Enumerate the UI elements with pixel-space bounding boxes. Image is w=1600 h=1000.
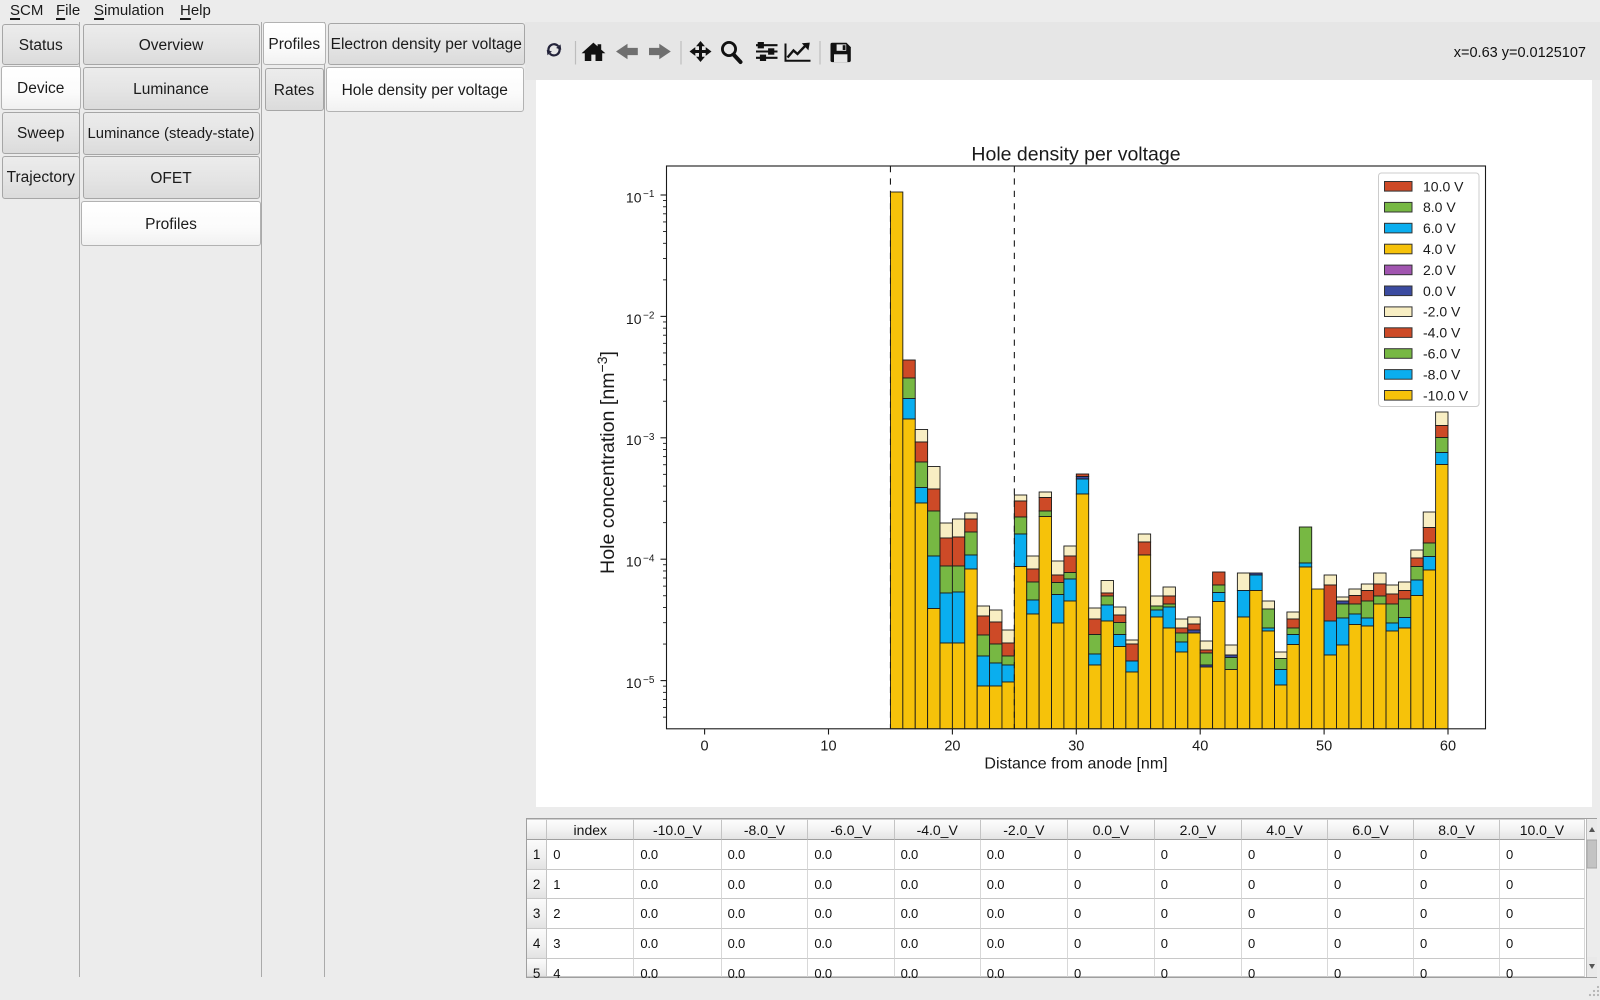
- svg-text:10: 10: [626, 189, 642, 205]
- svg-text:−2: −2: [643, 311, 655, 322]
- svg-text:-2.0 V: -2.0 V: [1423, 304, 1461, 320]
- svg-text:−1: −1: [643, 189, 655, 200]
- svg-text:-4.0 V: -4.0 V: [1423, 325, 1461, 341]
- svg-text:−3: −3: [643, 432, 655, 443]
- svg-text:50: 50: [1316, 738, 1332, 754]
- svg-text:-8.0 V: -8.0 V: [1423, 366, 1461, 382]
- svg-text:2.0 V: 2.0 V: [1423, 262, 1456, 278]
- svg-text:10.0 V: 10.0 V: [1423, 178, 1464, 194]
- svg-text:4.0 V: 4.0 V: [1423, 241, 1456, 257]
- svg-text:6.0 V: 6.0 V: [1423, 220, 1456, 236]
- svg-text:0: 0: [701, 738, 709, 754]
- svg-text:Hole concentration [nm−3]: Hole concentration [nm−3]: [594, 351, 619, 574]
- svg-text:-10.0 V: -10.0 V: [1423, 387, 1469, 403]
- svg-text:−5: −5: [643, 675, 655, 686]
- svg-text:10: 10: [626, 311, 642, 327]
- svg-text:10: 10: [626, 432, 642, 448]
- svg-text:10: 10: [626, 675, 642, 691]
- svg-text:Distance from anode [nm]: Distance from anode [nm]: [984, 756, 1167, 773]
- svg-text:8.0 V: 8.0 V: [1423, 199, 1456, 215]
- svg-text:60: 60: [1440, 738, 1456, 754]
- svg-text:10: 10: [626, 554, 642, 570]
- svg-text:40: 40: [1192, 738, 1208, 754]
- svg-text:−4: −4: [643, 553, 655, 564]
- svg-text:0.0 V: 0.0 V: [1423, 283, 1456, 299]
- svg-text:Hole density per voltage: Hole density per voltage: [971, 144, 1180, 166]
- svg-text:20: 20: [944, 738, 960, 754]
- svg-text:-6.0 V: -6.0 V: [1423, 346, 1461, 362]
- svg-text:30: 30: [1068, 738, 1084, 754]
- svg-text:10: 10: [820, 738, 836, 754]
